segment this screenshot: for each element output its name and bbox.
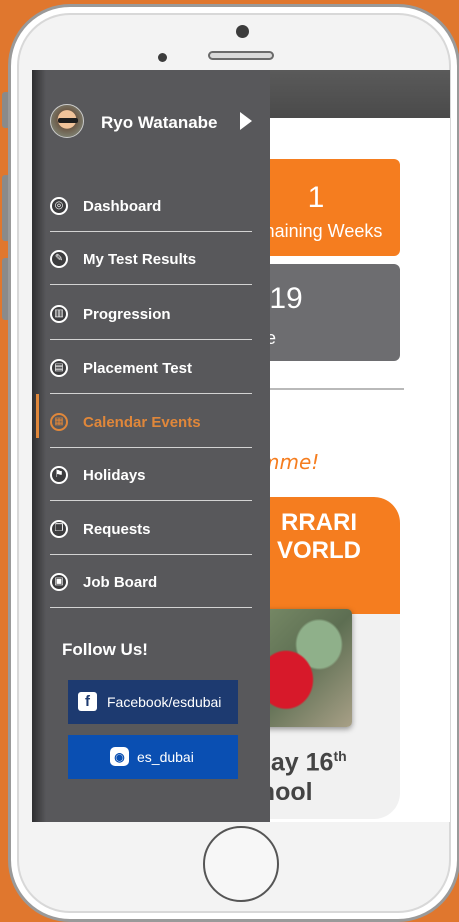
menu-separator bbox=[50, 339, 252, 340]
instagram-label: es_dubai bbox=[137, 749, 194, 765]
menu-separator bbox=[50, 231, 252, 232]
menu-item-label: My Test Results bbox=[83, 251, 197, 268]
menu-item-label: Dashboard bbox=[83, 198, 162, 215]
facebook-icon: f bbox=[78, 692, 97, 711]
instagram-button[interactable]: ◉ es_dubai bbox=[68, 735, 238, 779]
requests-icon: ❐ bbox=[50, 520, 68, 538]
instagram-icon: ◉ bbox=[110, 747, 129, 766]
menu-item-label: Holidays bbox=[83, 467, 146, 484]
menu-separator bbox=[50, 393, 252, 394]
earpiece-speaker bbox=[208, 51, 274, 60]
holidays-icon: ⚑ bbox=[50, 466, 68, 484]
active-indicator bbox=[36, 394, 39, 438]
progression-icon: ▥ bbox=[50, 305, 68, 323]
user-name: Ryo Watanabe bbox=[101, 113, 218, 132]
menu-item-requests[interactable]: ❐ Requests bbox=[50, 505, 252, 555]
promo-date-suffix: th bbox=[333, 748, 347, 764]
menu-item-progression[interactable]: ▥ Progression bbox=[50, 290, 252, 340]
menu-item-my-test-results[interactable]: ✎ My Test Results bbox=[50, 235, 252, 285]
placement-test-icon: ▤ bbox=[50, 359, 68, 377]
test-results-icon: ✎ bbox=[50, 250, 68, 268]
menu-item-placement-test[interactable]: ▤ Placement Test bbox=[50, 344, 252, 394]
dashboard-icon: ◎ bbox=[50, 197, 68, 215]
menu-item-label: Progression bbox=[83, 306, 171, 323]
menu-separator bbox=[50, 554, 252, 555]
drawer-shadow bbox=[32, 70, 46, 822]
facebook-button[interactable]: f Facebook/esdubai bbox=[68, 680, 238, 724]
menu-item-label: Requests bbox=[83, 521, 151, 538]
menu-separator bbox=[50, 607, 252, 608]
chevron-right-icon[interactable] bbox=[240, 112, 252, 130]
menu-item-holidays[interactable]: ⚑ Holidays bbox=[50, 451, 252, 501]
follow-us-heading: Follow Us! bbox=[62, 640, 148, 659]
app-screen: 1 emaining Weeks 2019 Date mme! RRARI VO… bbox=[32, 70, 450, 822]
calendar-icon: ▦ bbox=[50, 413, 68, 431]
menu-item-label: Job Board bbox=[83, 574, 158, 591]
job-board-icon: ▣ bbox=[50, 573, 68, 591]
facebook-label: Facebook/esdubai bbox=[107, 694, 222, 710]
home-button[interactable] bbox=[203, 826, 279, 902]
avatar bbox=[50, 104, 84, 138]
front-camera bbox=[236, 25, 249, 38]
proximity-sensor bbox=[158, 53, 167, 62]
side-drawer: Ryo Watanabe ◎ Dashboard ✎ My Test Results ▥… bbox=[32, 70, 270, 822]
menu-separator bbox=[50, 284, 252, 285]
menu-item-label: Placement Test bbox=[83, 360, 192, 377]
menu-separator bbox=[50, 500, 252, 501]
profile-header[interactable]: Ryo Watanabe bbox=[50, 104, 260, 140]
menu-item-job-board[interactable]: ▣ Job Board bbox=[50, 558, 252, 608]
menu-item-dashboard[interactable]: ◎ Dashboard bbox=[50, 182, 252, 232]
menu-separator bbox=[50, 447, 252, 448]
menu-item-label: Calendar Events bbox=[83, 414, 201, 431]
menu-item-calendar-events[interactable]: ▦ Calendar Events bbox=[50, 398, 252, 448]
